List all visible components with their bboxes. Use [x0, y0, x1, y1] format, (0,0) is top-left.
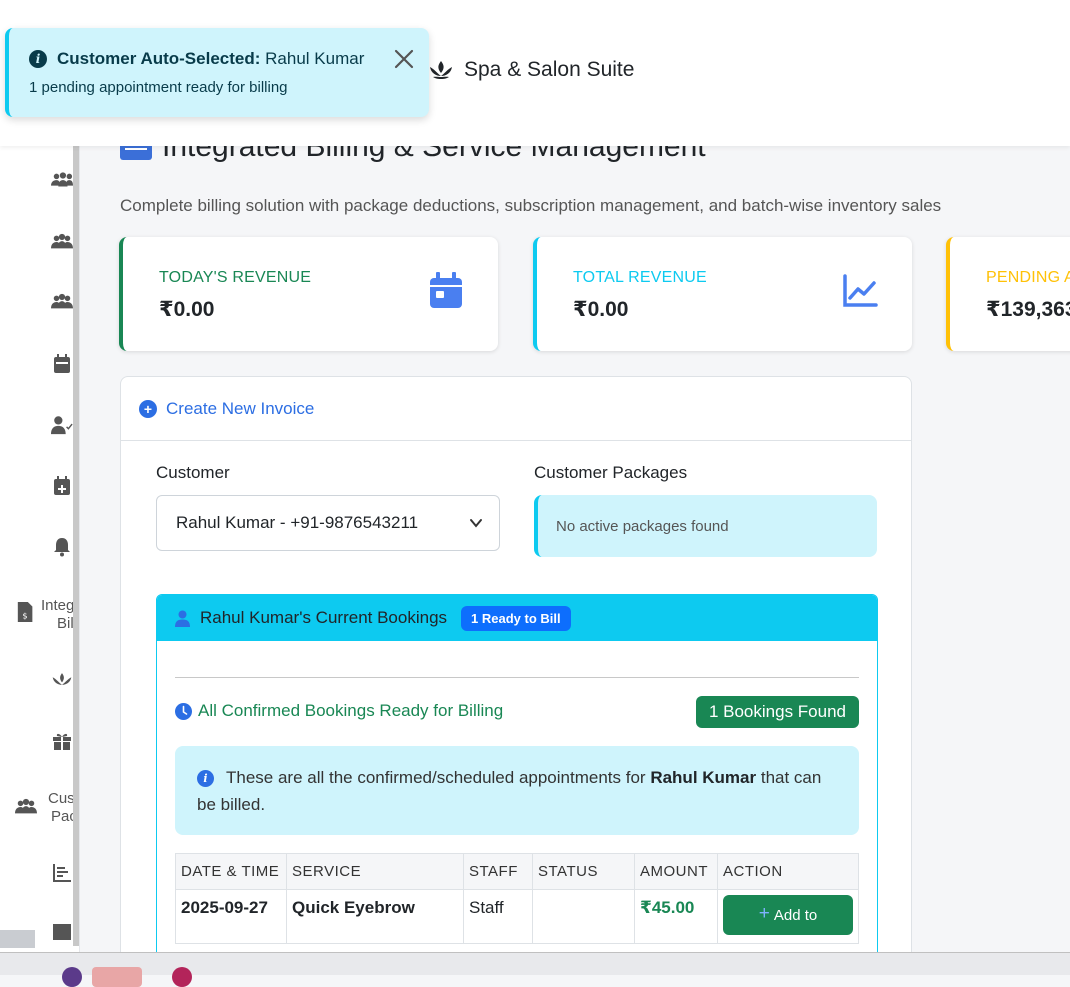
info-prefix: These are all the confirmed/scheduled ap… [226, 768, 646, 787]
calendar-icon[interactable] [50, 353, 74, 375]
current-bookings-panel: Rahul Kumar's Current Bookings 1 Ready t… [156, 594, 878, 952]
app-icon[interactable] [62, 967, 82, 987]
horizontal-scrollbar[interactable] [0, 930, 35, 948]
plus-circle-icon: + [139, 399, 157, 418]
sidebar-item-label: Integ [41, 597, 75, 614]
page-subtitle: Complete billing solution with package d… [120, 196, 942, 215]
customer-selected-toast: i Customer Auto-Selected: Rahul Kumar 1 … [5, 28, 429, 117]
bookings-table: DATE & TIME SERVICE STAFF STATUS AMOUNT … [175, 853, 859, 944]
gift-icon[interactable] [50, 730, 74, 752]
cell-service: Quick Eyebrow [286, 889, 464, 944]
sidebar-item-label: Bil [57, 615, 74, 632]
stat-value: ₹0.00 [573, 298, 629, 321]
users-icon[interactable] [50, 231, 74, 253]
card-header: + Create New Invoice [121, 377, 911, 441]
divider [175, 677, 859, 678]
cell-date: 2025-09-27 [175, 889, 287, 944]
page-title-text: Integrated Billing & Service Management [162, 146, 706, 163]
user-check-icon[interactable] [50, 414, 74, 436]
info-customer-name: Rahul Kumar [650, 768, 757, 787]
calendar-plus-icon[interactable] [50, 475, 74, 497]
stat-label: TOTAL REVENUE [573, 269, 707, 286]
ready-badge: 1 Ready to Bill [461, 605, 571, 631]
users-group-icon[interactable] [14, 796, 38, 818]
bookings-found-badge: 1 Bookings Found [695, 696, 859, 728]
brand-name: Spa & Salon Suite [464, 58, 635, 81]
info-icon: i [197, 770, 214, 787]
card-title: Create New Invoice [166, 398, 315, 418]
clock-icon [175, 702, 192, 720]
bookings-header: Rahul Kumar's Current Bookings 1 Ready t… [157, 595, 877, 641]
add-to-invoice-button[interactable]: + Add to [723, 895, 853, 935]
app-icon[interactable] [92, 967, 142, 987]
taskbar-strip [0, 952, 1070, 987]
col-date-time: DATE & TIME [175, 853, 287, 890]
toast-message: 1 pending appointment ready for billing [29, 79, 288, 96]
chevron-down-icon [470, 519, 482, 528]
packages-empty-text: No active packages found [556, 517, 729, 535]
spa-lotus-icon[interactable] [50, 668, 74, 690]
stat-card-total-revenue: TOTAL REVENUE ₹0.00 [533, 237, 912, 351]
users-group-icon[interactable] [50, 291, 74, 313]
create-invoice-card: + Create New Invoice Customer Customer P… [120, 376, 912, 952]
packages-label: Customer Packages [534, 463, 688, 482]
svg-text:$: $ [22, 610, 27, 620]
confirmed-heading: All Confirmed Bookings Ready for Billing [175, 701, 503, 721]
confirmed-label: All Confirmed Bookings Ready for Billing [198, 701, 504, 720]
bookings-info-alert: i These are all the confirmed/scheduled a… [175, 746, 859, 835]
file-invoice-dollar-icon[interactable]: $ [14, 601, 38, 623]
packages-alert: No active packages found [534, 495, 877, 557]
customer-label: Customer [156, 463, 230, 482]
app-icon[interactable] [172, 967, 192, 987]
table-icon[interactable] [50, 921, 74, 943]
stat-label: PENDING A [986, 269, 1070, 286]
bell-icon[interactable] [50, 536, 74, 558]
add-button-label: Add to [773, 907, 818, 924]
cell-action: + Add to [717, 889, 859, 944]
table-header-row: DATE & TIME SERVICE STAFF STATUS AMOUNT … [175, 853, 859, 890]
toast-customer: Rahul Kumar [265, 49, 365, 68]
users-gear-icon[interactable] [50, 170, 74, 192]
col-amount: AMOUNT [634, 853, 718, 890]
stat-value: ₹139,363 [986, 298, 1070, 321]
customer-select[interactable]: Rahul Kumar - +91-9876543211 [156, 495, 500, 551]
sidebar-item-label: Cus [48, 790, 75, 807]
toast-title: i Customer Auto-Selected: Rahul Kumar [29, 49, 364, 69]
info-icon: i [29, 50, 47, 68]
chart-line-icon [843, 274, 878, 307]
spa-lotus-icon [430, 61, 452, 79]
toast-title-bold: Customer Auto-Selected: [57, 49, 261, 68]
cell-staff: Staff [463, 889, 533, 944]
calendar-icon [430, 272, 462, 308]
cell-status [532, 889, 635, 944]
col-service: SERVICE [286, 853, 464, 890]
col-staff: STAFF [463, 853, 533, 890]
cell-amount: ₹45.00 [634, 889, 718, 944]
customer-select-value: Rahul Kumar - +91-9876543211 [176, 513, 419, 532]
stat-card-pending: PENDING A ₹139,363 [946, 237, 1070, 351]
page-title: Integrated Billing & Service Management [120, 146, 706, 164]
stat-label: TODAY'S REVENUE [159, 269, 312, 286]
col-action: ACTION [717, 853, 859, 890]
main-content: Integrated Billing & Service Management … [80, 146, 1070, 952]
table-row: 2025-09-27 Quick Eyebrow Staff ₹45.00 + … [175, 889, 859, 944]
close-icon[interactable] [393, 48, 415, 70]
bookings-title: Rahul Kumar's Current Bookings [200, 608, 448, 627]
chart-bar-icon[interactable] [50, 862, 74, 884]
stat-value: ₹0.00 [159, 298, 215, 321]
plus-icon: + [758, 903, 770, 924]
stat-card-today-revenue: TODAY'S REVENUE ₹0.00 [119, 237, 498, 351]
sidebar-scrollbar[interactable] [73, 146, 79, 946]
brand[interactable]: Spa & Salon Suite [428, 58, 634, 82]
user-icon [175, 610, 190, 627]
keyboard-icon [120, 146, 152, 160]
col-status: STATUS [532, 853, 635, 890]
sidebar: $ Integ Bil Cus Pac [0, 146, 80, 952]
